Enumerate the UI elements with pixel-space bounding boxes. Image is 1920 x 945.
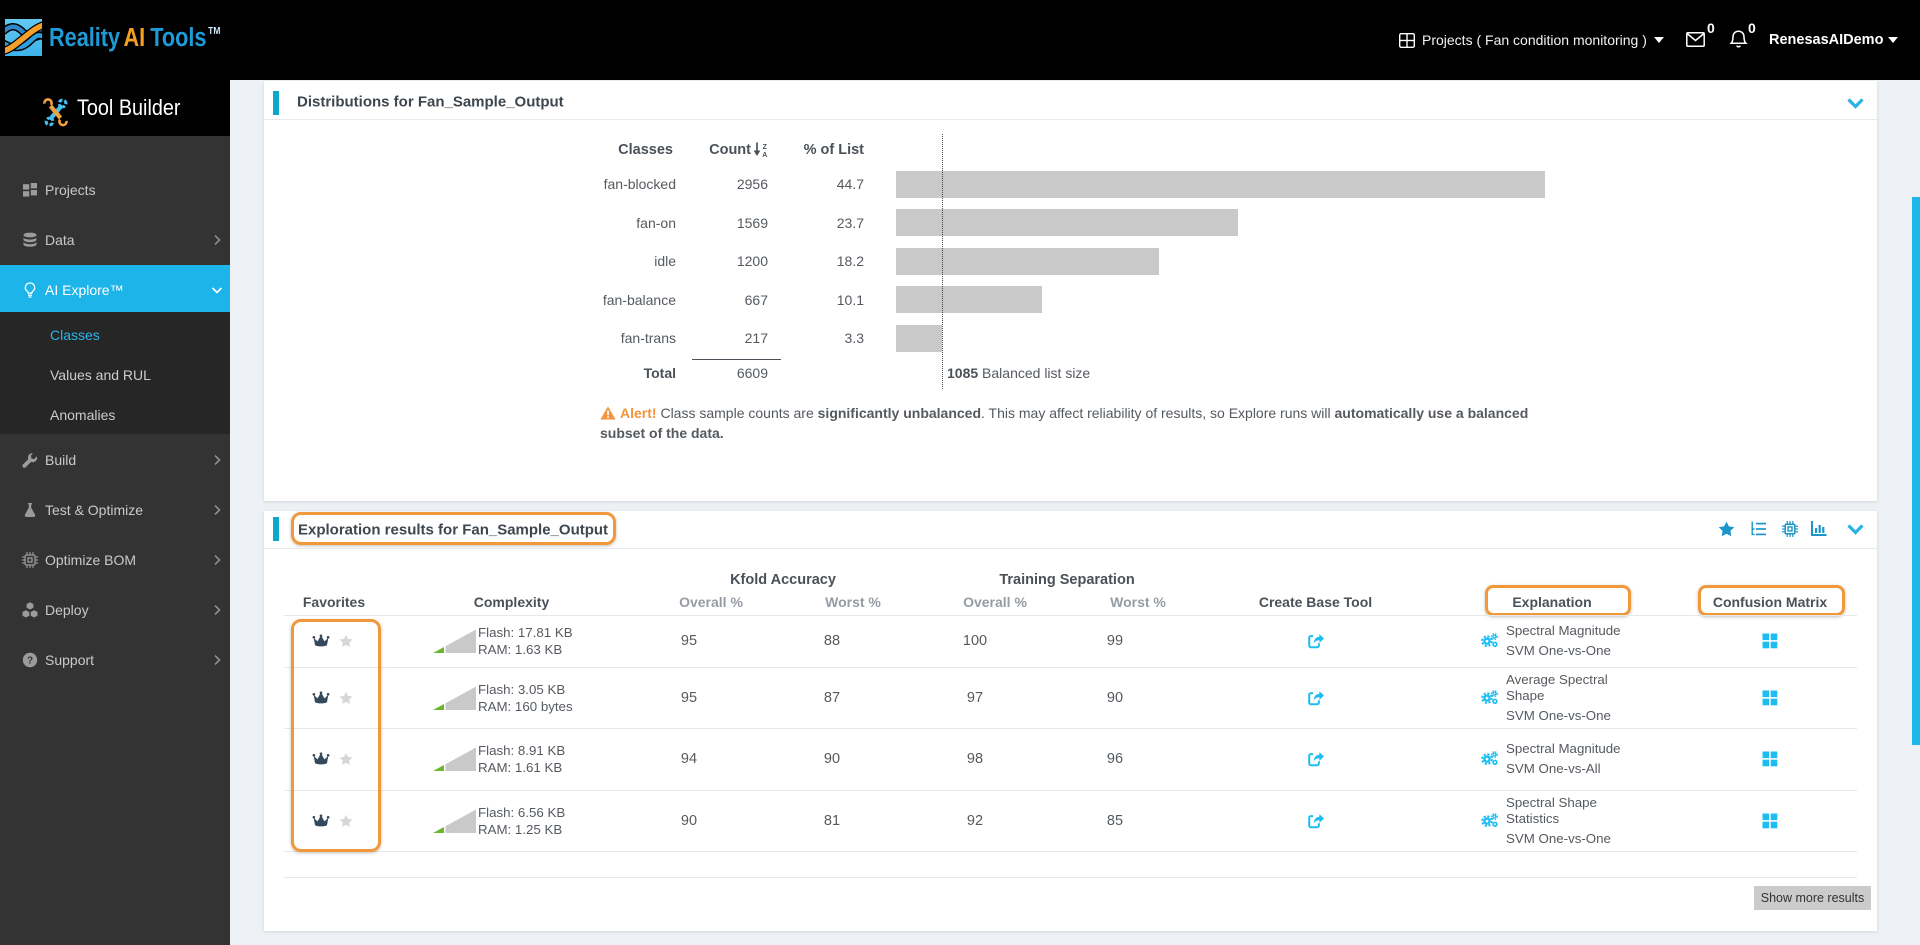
svg-text:?: ? — [27, 655, 33, 666]
